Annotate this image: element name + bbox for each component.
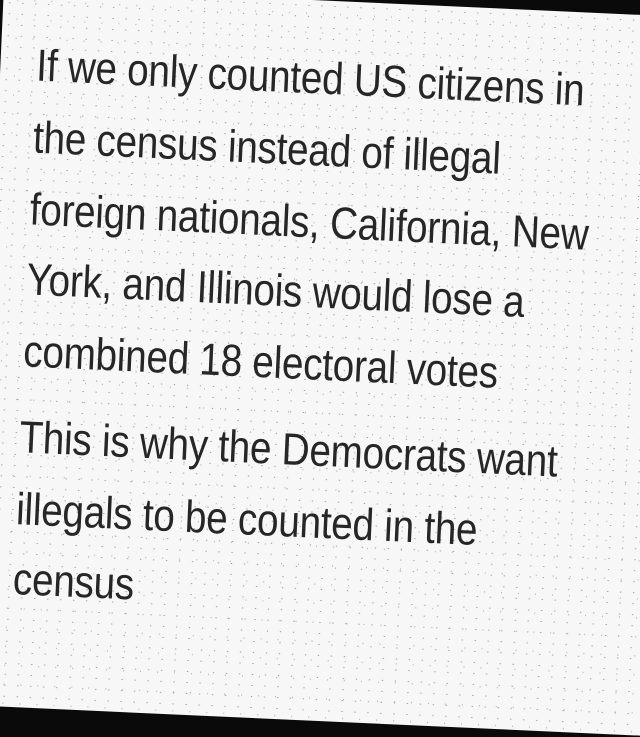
post-text-line: combined 18 electoral votes [22, 325, 500, 398]
post-text-line: York, and Illinois would lose a [25, 253, 526, 327]
text-post-sheet: If we only counted US citizens in the ce… [0, 0, 640, 737]
post-text-line: census [11, 553, 136, 610]
post-text-line: foreign nationals, California, New [28, 183, 590, 260]
post-text-line: This is why the Democrats want [18, 411, 559, 487]
post-text-line: illegals to be counted in the [15, 483, 479, 556]
post-text-line: If we only counted US citizens in [35, 39, 586, 116]
post-text-line: the census instead of illegal [32, 111, 502, 184]
